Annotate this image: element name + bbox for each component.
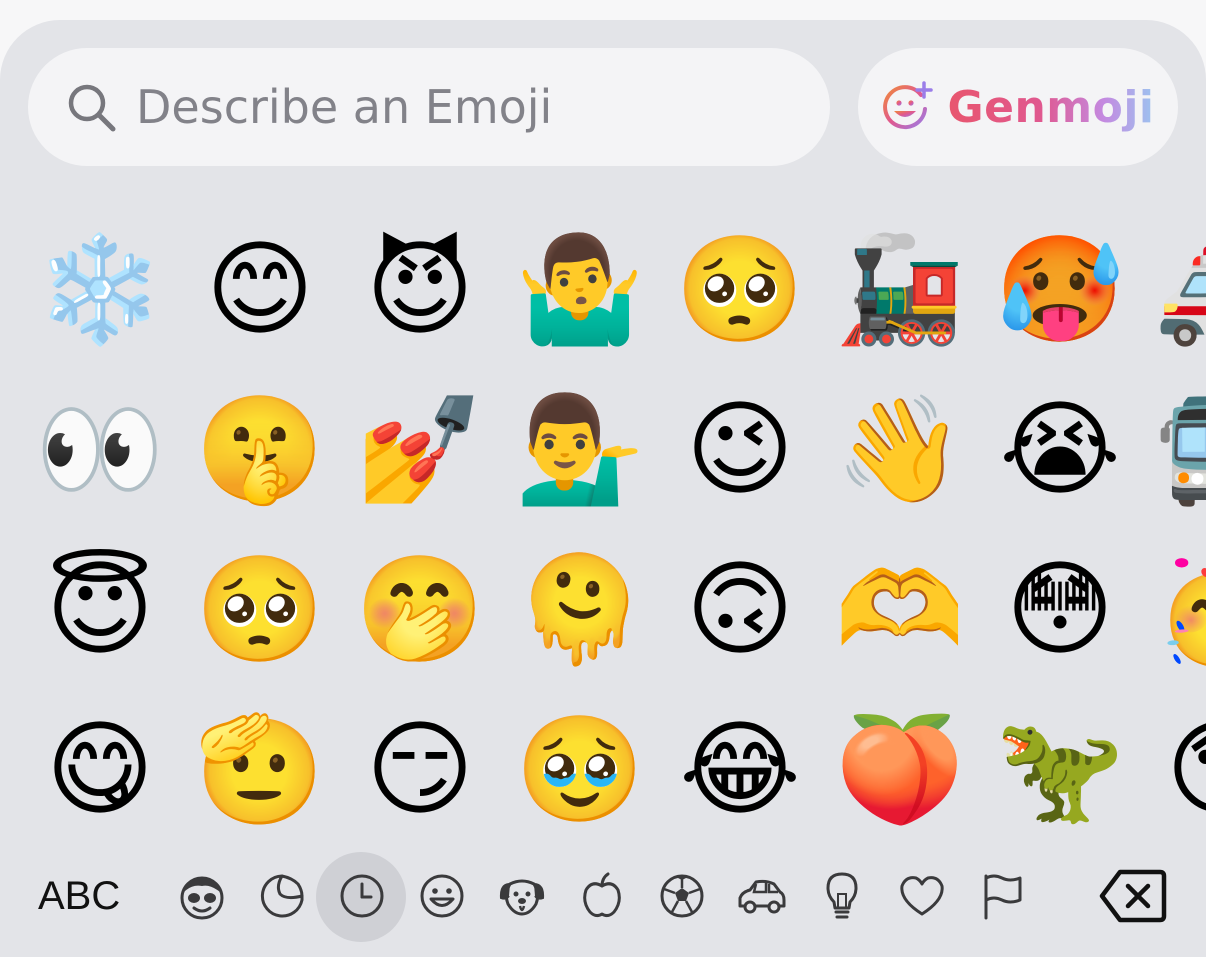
delete-backspace-icon[interactable] bbox=[1098, 866, 1168, 926]
category-bar: ABC bbox=[0, 850, 1206, 957]
emoji-key[interactable]: 🤭 bbox=[345, 534, 495, 684]
emoji-key[interactable]: 🍑 bbox=[825, 694, 975, 844]
emoji-key[interactable]: 😇 bbox=[25, 534, 175, 684]
emoji-key[interactable]: 🚍 bbox=[1145, 374, 1206, 524]
emoji-key[interactable]: 👋 bbox=[825, 374, 975, 524]
emoji-key[interactable]: 😊 bbox=[185, 214, 335, 364]
emoji-key[interactable]: 😈 bbox=[345, 214, 495, 364]
abc-button[interactable]: ABC bbox=[38, 874, 120, 919]
emoji-key[interactable]: 😭 bbox=[985, 374, 1135, 524]
emoji-key[interactable]: ❄️ bbox=[25, 214, 175, 364]
search-icon bbox=[68, 84, 116, 132]
emoji-key[interactable]: 🤷‍♂️ bbox=[505, 214, 655, 364]
category-symbols[interactable] bbox=[888, 862, 956, 930]
category-flags[interactable] bbox=[968, 862, 1036, 930]
category-smileys-people[interactable] bbox=[168, 862, 236, 930]
emoji-key[interactable]: 🥹 bbox=[505, 694, 655, 844]
category-stickers[interactable] bbox=[248, 862, 316, 930]
emoji-key[interactable]: 🥺 bbox=[185, 534, 335, 684]
search-input[interactable] bbox=[136, 48, 816, 166]
heart-icon bbox=[900, 876, 944, 916]
category-activity[interactable] bbox=[648, 862, 716, 930]
emoji-key[interactable]: 😂 bbox=[665, 694, 815, 844]
category-travel-places[interactable] bbox=[728, 862, 796, 930]
smiley-face-icon bbox=[420, 874, 464, 918]
category-food-drink[interactable] bbox=[568, 862, 636, 930]
emoji-key[interactable]: 🥺 bbox=[665, 214, 815, 364]
emoji-key[interactable]: 🫠 bbox=[505, 534, 655, 684]
emoji-key[interactable]: 🫡 bbox=[185, 694, 335, 844]
emoji-grid: ❄️👀😇😋😊🤫🥺🫡😈💅🤭😏🤷‍♂️💁‍♂️🫠🥹🥺😉🙃😂🚂👋🫶🍑🥵😭😳🦖🚑🚍🥳😰 bbox=[0, 210, 1206, 850]
dog-icon bbox=[499, 879, 545, 916]
emoji-key[interactable]: 🥵 bbox=[985, 214, 1135, 364]
emoji-key[interactable]: 👀 bbox=[25, 374, 175, 524]
clock-icon bbox=[340, 874, 384, 918]
category-animals-nature[interactable] bbox=[488, 862, 556, 930]
apple-icon bbox=[583, 872, 621, 918]
emoji-key[interactable]: 😋 bbox=[25, 694, 175, 844]
flag-icon bbox=[984, 874, 1022, 920]
emoji-key[interactable]: 🤫 bbox=[185, 374, 335, 524]
car-icon bbox=[738, 879, 786, 914]
category-frequently-used[interactable] bbox=[316, 852, 406, 942]
emoji-key[interactable]: 🦖 bbox=[985, 694, 1135, 844]
emoji-key[interactable]: 😰 bbox=[1145, 694, 1206, 844]
category-smileys[interactable] bbox=[408, 862, 476, 930]
emoji-key[interactable]: 🙃 bbox=[665, 534, 815, 684]
emoji-key[interactable]: 🚂 bbox=[825, 214, 975, 364]
emoji-key[interactable]: 😏 bbox=[345, 694, 495, 844]
emoji-key[interactable]: 😳 bbox=[985, 534, 1135, 684]
category-objects[interactable] bbox=[808, 862, 876, 930]
emoji-key[interactable]: 🫶 bbox=[825, 534, 975, 684]
emoji-key[interactable]: 🚑 bbox=[1145, 214, 1206, 364]
emoji-keyboard: Genmoji ❄️👀😇😋😊🤫🥺🫡😈💅🤭😏🤷‍♂️💁‍♂️🫠🥹🥺😉🙃😂🚂👋🫶🍑🥵… bbox=[0, 20, 1206, 957]
emoji-key[interactable]: 😉 bbox=[665, 374, 815, 524]
emoji-key[interactable]: 💁‍♂️ bbox=[505, 374, 655, 524]
lightbulb-icon bbox=[826, 872, 858, 919]
emoji-key[interactable]: 💅 bbox=[345, 374, 495, 524]
face-with-sunglasses-icon bbox=[180, 876, 224, 920]
sticker-icon bbox=[260, 874, 304, 918]
soccer-ball-icon bbox=[660, 874, 704, 918]
search-field[interactable] bbox=[28, 48, 830, 166]
genmoji-icon bbox=[883, 81, 934, 130]
genmoji-button[interactable]: Genmoji bbox=[858, 48, 1178, 166]
emoji-key[interactable]: 🥳 bbox=[1145, 534, 1206, 684]
genmoji-label: Genmoji bbox=[947, 81, 1155, 133]
